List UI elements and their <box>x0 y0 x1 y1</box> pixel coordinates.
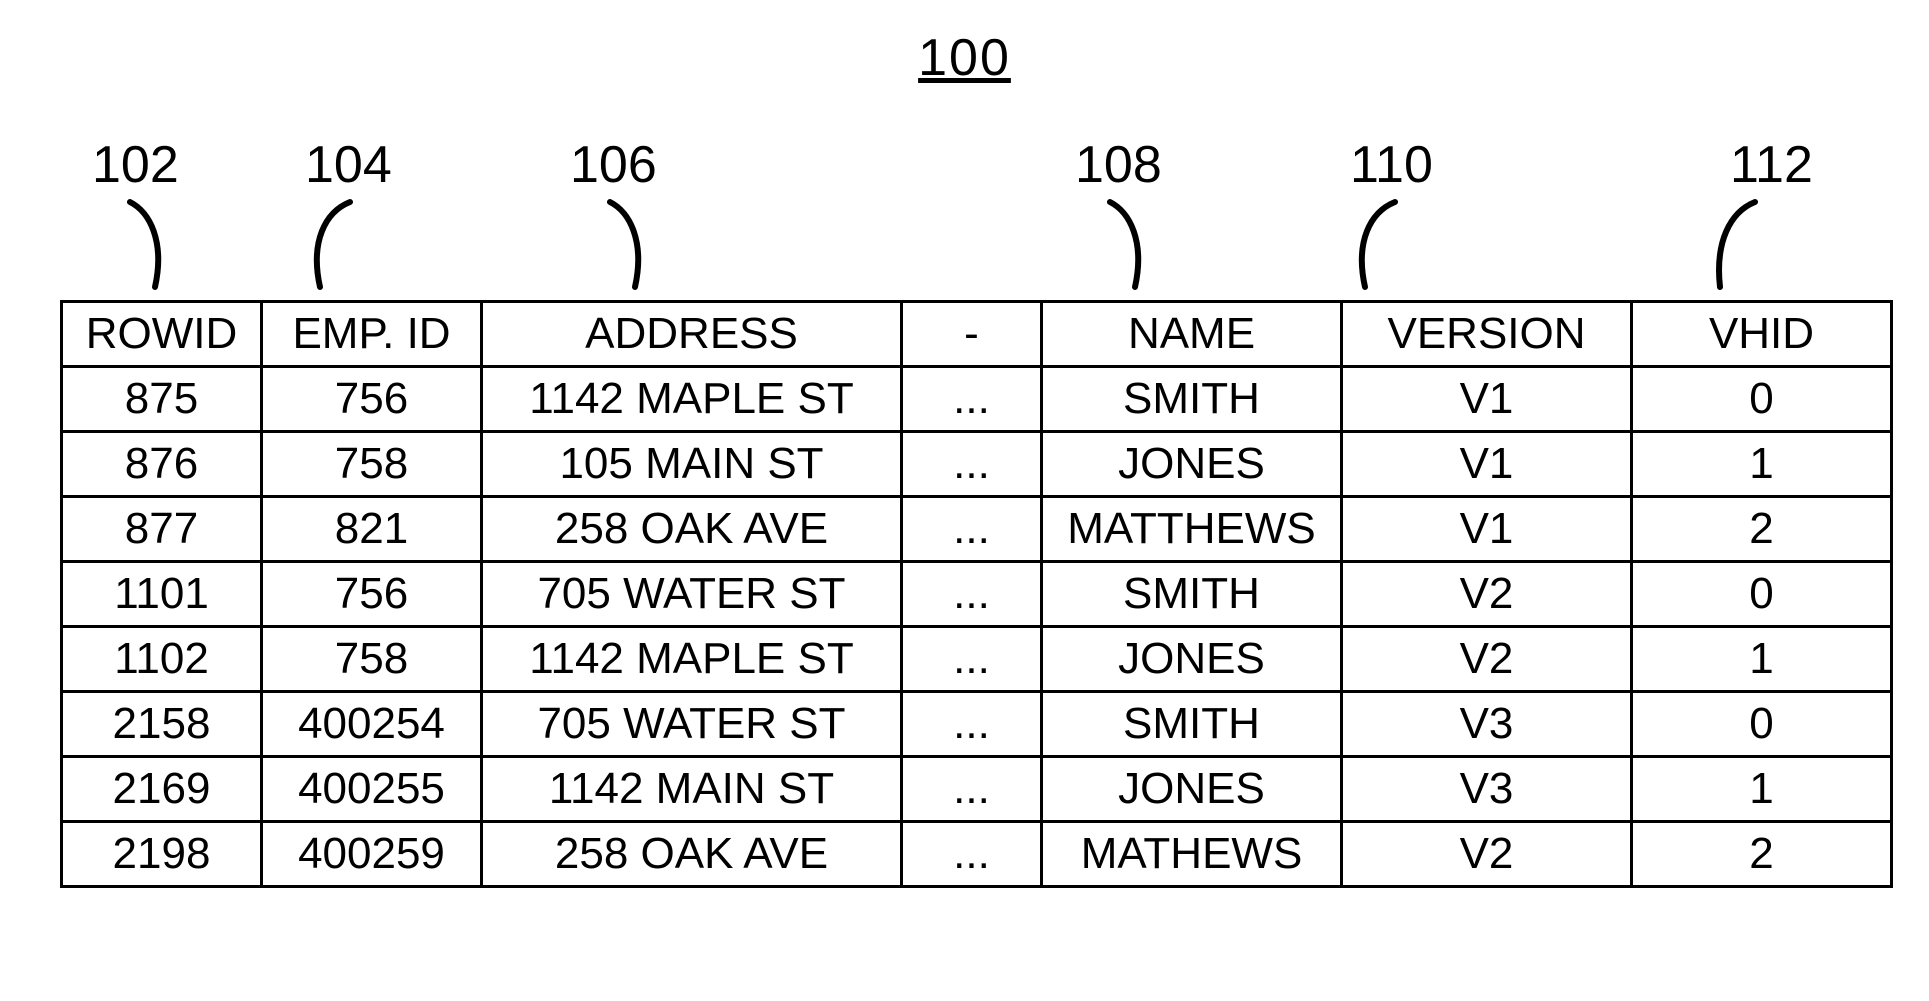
cell-address: 258 OAK AVE <box>482 497 902 562</box>
cell-version: V1 <box>1342 497 1632 562</box>
ref-108-label: 108 <box>1075 135 1162 195</box>
cell-version: V1 <box>1342 367 1632 432</box>
cell-dash: ... <box>902 757 1042 822</box>
cell-vhid: 2 <box>1632 497 1892 562</box>
col-dash-header: - <box>902 302 1042 367</box>
cell-empid: 758 <box>262 627 482 692</box>
cell-name: JONES <box>1042 432 1342 497</box>
ref-106-label: 106 <box>570 135 657 195</box>
cell-empid: 400255 <box>262 757 482 822</box>
col-address-header: ADDRESS <box>482 302 902 367</box>
table-header-row: ROWID EMP. ID ADDRESS - NAME VERSION VHI… <box>62 302 1892 367</box>
data-table-wrap: ROWID EMP. ID ADDRESS - NAME VERSION VHI… <box>60 300 1870 888</box>
cell-rowid: 876 <box>62 432 262 497</box>
leader-112-icon <box>1660 187 1770 297</box>
cell-version: V1 <box>1342 432 1632 497</box>
cell-dash: ... <box>902 627 1042 692</box>
cell-rowid: 1101 <box>62 562 262 627</box>
figure-title: 100 <box>0 28 1929 88</box>
leader-102-icon <box>95 187 205 297</box>
col-vhid-header: VHID <box>1632 302 1892 367</box>
cell-vhid: 2 <box>1632 822 1892 887</box>
cell-vhid: 0 <box>1632 367 1892 432</box>
ref-104-label: 104 <box>305 135 392 195</box>
cell-vhid: 1 <box>1632 627 1892 692</box>
cell-rowid: 2169 <box>62 757 262 822</box>
col-rowid-header: ROWID <box>62 302 262 367</box>
cell-version: V2 <box>1342 562 1632 627</box>
cell-version: V2 <box>1342 822 1632 887</box>
table-row: 2198 400259 258 OAK AVE ... MATHEWS V2 2 <box>62 822 1892 887</box>
leader-110-icon <box>1310 187 1420 297</box>
cell-empid: 758 <box>262 432 482 497</box>
cell-dash: ... <box>902 432 1042 497</box>
cell-rowid: 2158 <box>62 692 262 757</box>
col-name-header: NAME <box>1042 302 1342 367</box>
cell-address: 1142 MAPLE ST <box>482 367 902 432</box>
cell-empid: 821 <box>262 497 482 562</box>
cell-dash: ... <box>902 562 1042 627</box>
table-row: 2158 400254 705 WATER ST ... SMITH V3 0 <box>62 692 1892 757</box>
cell-dash: ... <box>902 822 1042 887</box>
cell-name: MATHEWS <box>1042 822 1342 887</box>
leader-104-icon <box>265 187 375 297</box>
cell-dash: ... <box>902 367 1042 432</box>
figure-page: 100 102 104 106 108 110 112 <box>0 0 1929 1001</box>
cell-rowid: 877 <box>62 497 262 562</box>
ref-112-label: 112 <box>1730 135 1813 195</box>
cell-rowid: 2198 <box>62 822 262 887</box>
cell-dash: ... <box>902 692 1042 757</box>
ref-110-label: 110 <box>1350 135 1433 195</box>
col-version-header: VERSION <box>1342 302 1632 367</box>
cell-name: JONES <box>1042 757 1342 822</box>
cell-version: V3 <box>1342 757 1632 822</box>
cell-name: SMITH <box>1042 367 1342 432</box>
data-table: ROWID EMP. ID ADDRESS - NAME VERSION VHI… <box>60 300 1893 888</box>
cell-address: 1142 MAIN ST <box>482 757 902 822</box>
cell-vhid: 1 <box>1632 432 1892 497</box>
leader-108-icon <box>1075 187 1185 297</box>
cell-address: 705 WATER ST <box>482 562 902 627</box>
cell-dash: ... <box>902 497 1042 562</box>
table-row: 1101 756 705 WATER ST ... SMITH V2 0 <box>62 562 1892 627</box>
cell-address: 1142 MAPLE ST <box>482 627 902 692</box>
table-row: 875 756 1142 MAPLE ST ... SMITH V1 0 <box>62 367 1892 432</box>
cell-empid: 400254 <box>262 692 482 757</box>
cell-name: JONES <box>1042 627 1342 692</box>
cell-name: SMITH <box>1042 692 1342 757</box>
table-row: 1102 758 1142 MAPLE ST ... JONES V2 1 <box>62 627 1892 692</box>
cell-name: MATTHEWS <box>1042 497 1342 562</box>
cell-rowid: 1102 <box>62 627 262 692</box>
ref-102-label: 102 <box>92 135 179 195</box>
table-row: 877 821 258 OAK AVE ... MATTHEWS V1 2 <box>62 497 1892 562</box>
cell-address: 105 MAIN ST <box>482 432 902 497</box>
cell-empid: 400259 <box>262 822 482 887</box>
cell-address: 705 WATER ST <box>482 692 902 757</box>
cell-address: 258 OAK AVE <box>482 822 902 887</box>
cell-empid: 756 <box>262 367 482 432</box>
leader-106-icon <box>575 187 685 297</box>
cell-version: V3 <box>1342 692 1632 757</box>
table-row: 876 758 105 MAIN ST ... JONES V1 1 <box>62 432 1892 497</box>
cell-empid: 756 <box>262 562 482 627</box>
col-empid-header: EMP. ID <box>262 302 482 367</box>
cell-vhid: 0 <box>1632 692 1892 757</box>
cell-rowid: 875 <box>62 367 262 432</box>
table-row: 2169 400255 1142 MAIN ST ... JONES V3 1 <box>62 757 1892 822</box>
cell-version: V2 <box>1342 627 1632 692</box>
cell-vhid: 1 <box>1632 757 1892 822</box>
cell-vhid: 0 <box>1632 562 1892 627</box>
reference-labels-row: 102 104 106 108 110 112 <box>0 135 1929 305</box>
cell-name: SMITH <box>1042 562 1342 627</box>
